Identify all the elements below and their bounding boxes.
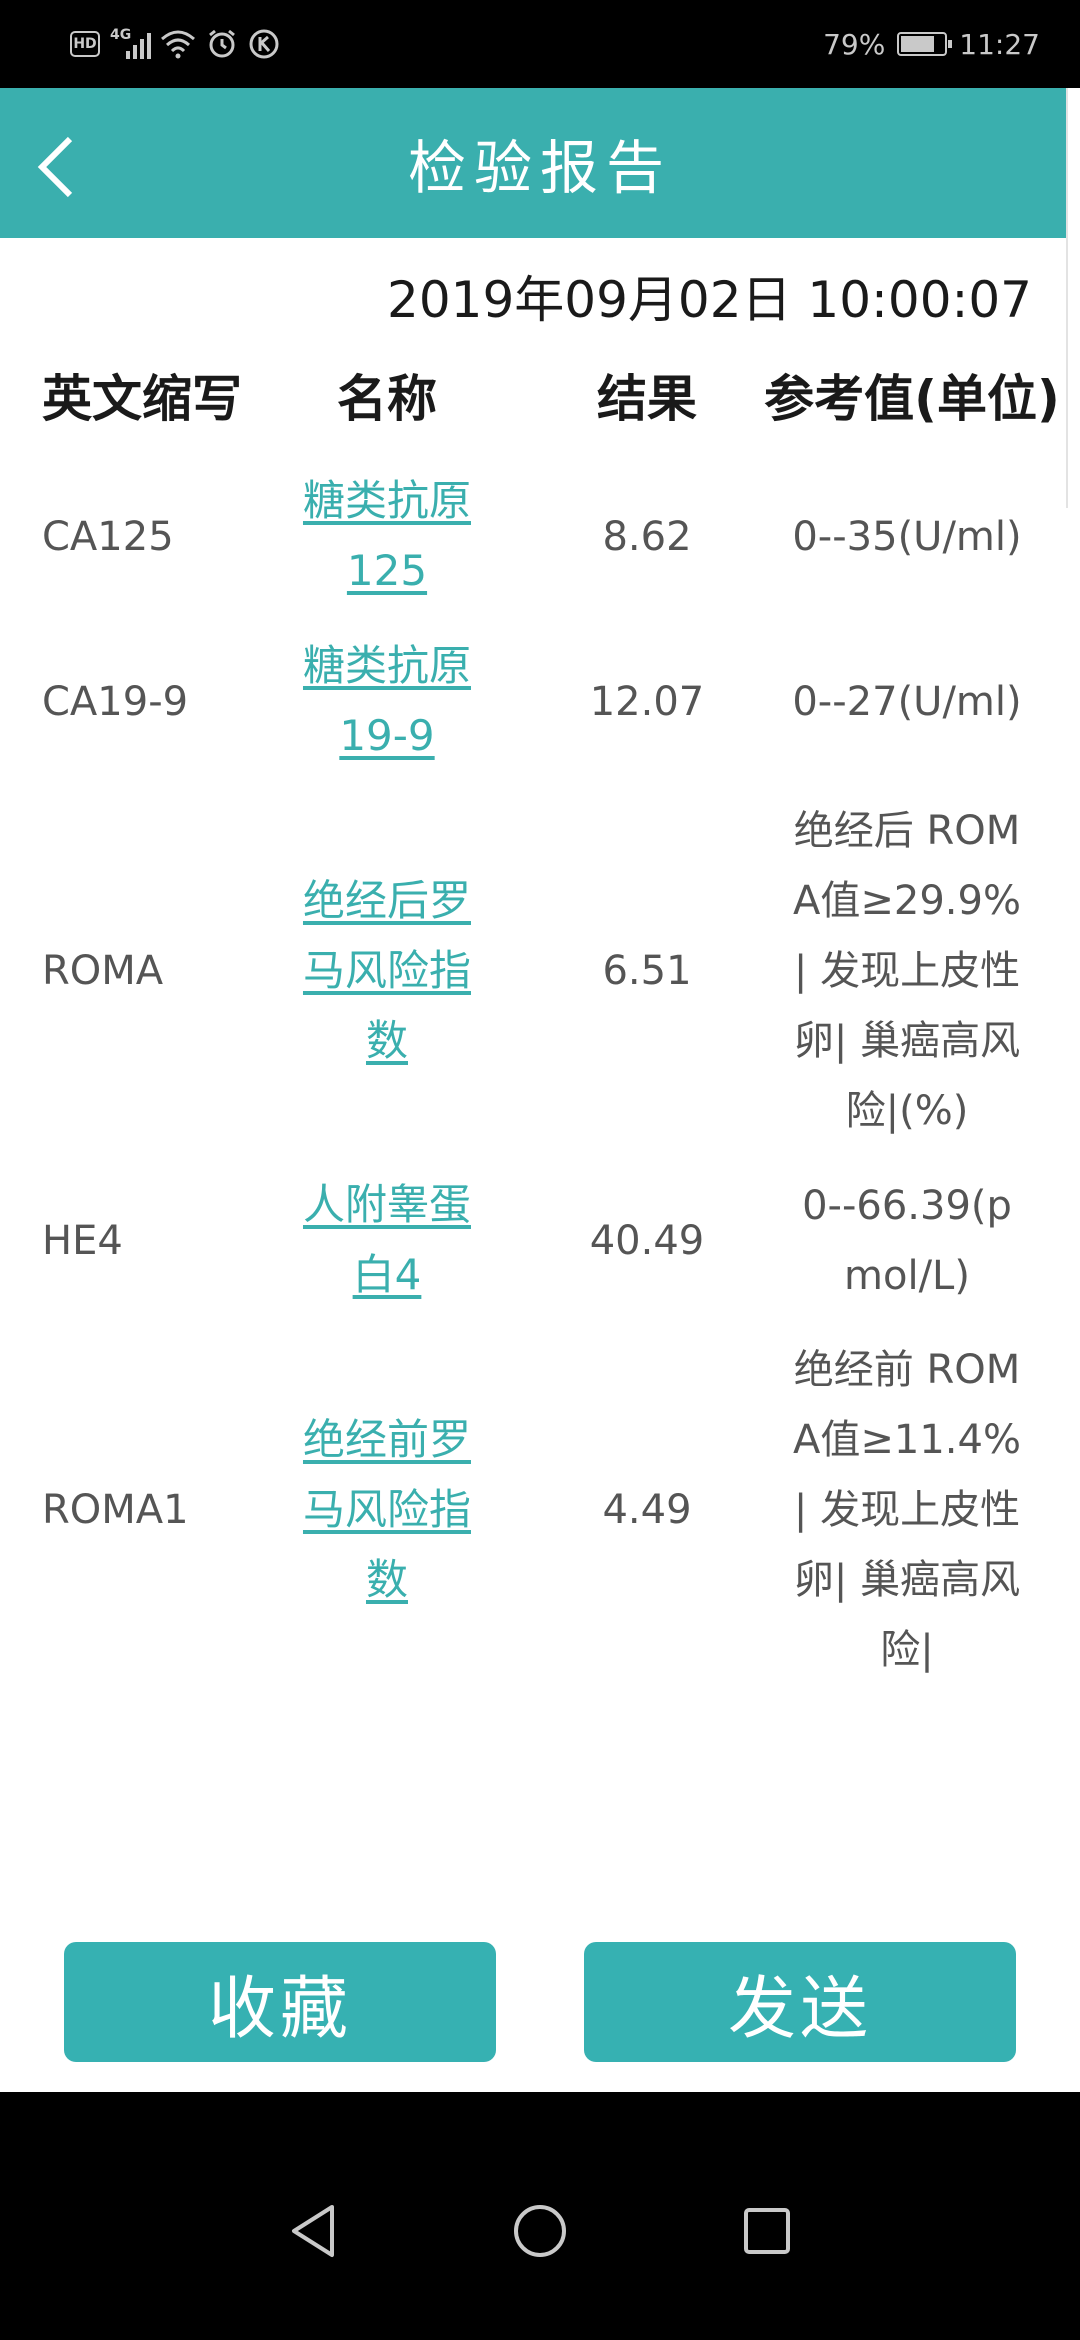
cellular-signal-icon: 4G [110,27,151,61]
action-bar: 收藏 发送 [0,1912,1080,2092]
page-title: 检验报告 [407,134,672,202]
table-row: CA125 糖类抗原125 8.62 0--35(U/ml) [22,454,1062,619]
clock-time: 11:27 [959,27,1040,61]
send-button[interactable]: 发送 [584,1942,1016,2062]
cell-reference: 0--27(U/ml) [792,678,1022,725]
cell-reference: 绝经后 ROMA值≥29.9%| 发现上皮性卵| 巢癌高风险|(%) [793,808,1021,1134]
nav-back-button[interactable] [273,2191,353,2271]
cell-abbr: CA19-9 [42,678,189,725]
nav-recents-button[interactable] [727,2191,807,2271]
table-row: CA19-9 糖类抗原19-9 12.07 0--27(U/ml) [22,619,1062,784]
cell-abbr: HE4 [42,1217,123,1264]
column-header-result: 结果 [597,370,697,428]
column-header-abbr: 英文缩写 [42,370,242,428]
status-icons-left: HD 4G [70,27,280,61]
report-datetime: 2019年09月02日 10:00:07 [387,271,1032,329]
table-header-row: 英文缩写 名称 结果 参考值(单位) [22,346,1062,454]
chevron-left-icon [37,136,73,198]
cell-result: 8.62 [602,513,692,560]
system-navigation-bar [0,2092,1080,2340]
status-icons-right: 79% 11:27 [823,28,1040,61]
cell-reference: 0--35(U/ml) [792,513,1022,560]
alarm-clock-icon [206,28,238,60]
cell-reference: 绝经前 ROMA值≥11.4%| 发现上皮性卵| 巢癌高风险| [793,1347,1021,1673]
cell-reference: 0--66.39(pmol/L) [802,1182,1012,1299]
wifi-icon [160,29,196,59]
table-row: ROMA 绝经后罗马风险指数 6.51 绝经后 ROMA值≥29.9%| 发现上… [22,784,1062,1158]
test-name-link[interactable]: 绝经前罗马风险指数 [287,1405,487,1615]
back-button[interactable] [26,132,86,202]
battery-percent: 79% [823,27,886,61]
nav-home-button[interactable] [500,2191,580,2271]
test-name-link[interactable]: 人附睾蛋白4 [287,1170,487,1310]
header-bar: 检验报告 [0,88,1080,238]
column-header-reference: 参考值(单位) [764,370,1060,428]
report-table: 英文缩写 名称 结果 参考值(单位) CA125 糖类抗原125 8.62 0-… [22,346,1062,1697]
cell-result: 12.07 [589,678,705,725]
square-recents-icon [743,2208,790,2254]
cell-abbr: ROMA1 [42,1487,189,1533]
hd-icon: HD [70,31,100,57]
k-circle-icon [248,28,280,60]
favorite-button[interactable]: 收藏 [64,1942,496,2062]
cell-result: 4.49 [602,1487,692,1533]
triangle-back-icon [292,2205,335,2257]
circle-home-icon [513,2205,566,2257]
cell-abbr: CA125 [42,513,174,560]
cell-abbr: ROMA [42,948,164,994]
table-row: ROMA1 绝经前罗马风险指数 4.49 绝经前 ROMA值≥11.4%| 发现… [22,1323,1062,1697]
report-screen: 检验报告 2019年09月02日 10:00:07 英文缩写 名称 结果 参考值… [0,88,1080,2092]
status-bar: HD 4G 79% 11:27 [0,0,1080,88]
cell-result: 40.49 [589,1217,705,1264]
battery-icon [897,32,953,56]
scrollbar[interactable] [1066,88,1080,508]
column-header-name: 名称 [337,370,437,428]
test-name-link[interactable]: 绝经后罗马风险指数 [287,866,487,1076]
test-name-link[interactable]: 糖类抗原125 [287,466,487,606]
cell-result: 6.51 [602,948,692,994]
table-row: HE4 人附睾蛋白4 40.49 0--66.39(pmol/L) [22,1158,1062,1323]
test-name-link[interactable]: 糖类抗原19-9 [287,631,487,771]
